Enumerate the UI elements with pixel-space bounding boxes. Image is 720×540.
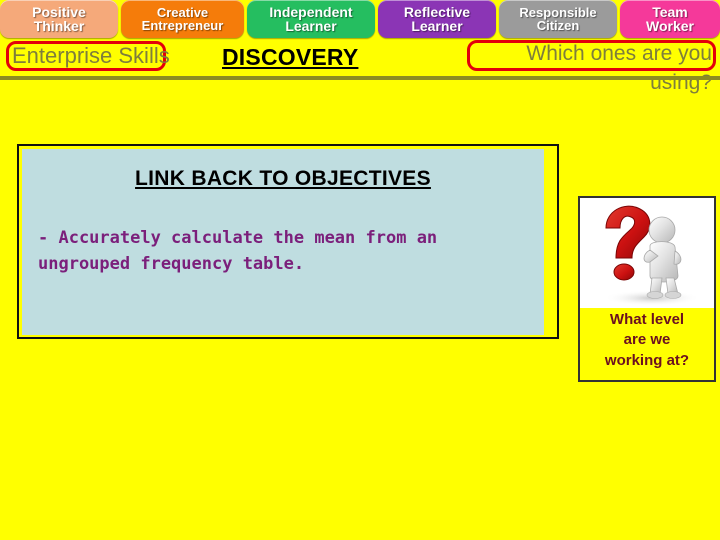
skill-tab-independent-learner[interactable]: Independent Learner [247,0,375,38]
skill-tab-label-line1: Responsible [519,4,597,20]
objectives-panel-inner: LINK BACK TO OBJECTIVES - Accurately cal… [22,149,544,335]
skill-tab-responsible-citizen[interactable]: Responsible Citizen [499,0,617,38]
level-caption-line2: are we [623,331,671,349]
skill-tab-label-line1: Reflective [403,3,471,20]
objectives-panel: LINK BACK TO OBJECTIVES - Accurately cal… [17,144,559,339]
discovery-heading: DISCOVERY [222,44,359,70]
skill-tab-label-line2: Learner [411,18,463,34]
title-row: Enterprise Skills DISCOVERY Which ones a… [0,40,720,94]
which-ones-line2: using? [650,71,712,94]
skill-tab-label-line2: Entrepreneur [141,18,224,33]
enterprise-skills-tab-bar: Positive Thinker Creative Entrepreneur I… [0,0,720,40]
question-mark-thinker-svg [580,198,714,308]
objectives-heading: LINK BACK TO OBJECTIVES [135,167,431,190]
objectives-body-text: - Accurately calculate the mean from an … [38,228,438,275]
level-caption-line3: working at? [604,351,690,369]
skill-tab-reflective-learner[interactable]: Reflective Learner [378,0,496,38]
skill-tab-creative-entrepreneur[interactable]: Creative Entrepreneur [121,0,244,38]
skill-tab-label-line2: Citizen [536,18,580,33]
skill-tab-label-line1: Team [652,3,688,20]
which-ones-line1: Which ones are you [526,42,712,65]
skill-tab-positive-thinker[interactable]: Positive Thinker [0,0,118,38]
skill-tab-label-line1: Creative [156,4,209,20]
skill-tab-label-line2: Thinker [33,18,85,34]
skill-tab-label-line2: Worker [646,18,694,34]
level-caption-line1: What level [609,311,685,328]
enterprise-skills-label: Enterprise Skills [12,43,170,68]
skill-tab-label-line1: Positive [32,3,86,20]
level-question-card[interactable]: What level are we working at? [578,196,716,382]
skill-tab-team-worker[interactable]: Team Worker [620,0,720,38]
question-mark-thinker-icon [580,198,714,308]
level-card-caption: What level are we working at? [580,310,714,371]
skill-tab-label-line1: Independent [269,3,353,20]
skill-tab-label-line2: Learner [285,18,337,34]
header-divider-rule [0,76,720,80]
